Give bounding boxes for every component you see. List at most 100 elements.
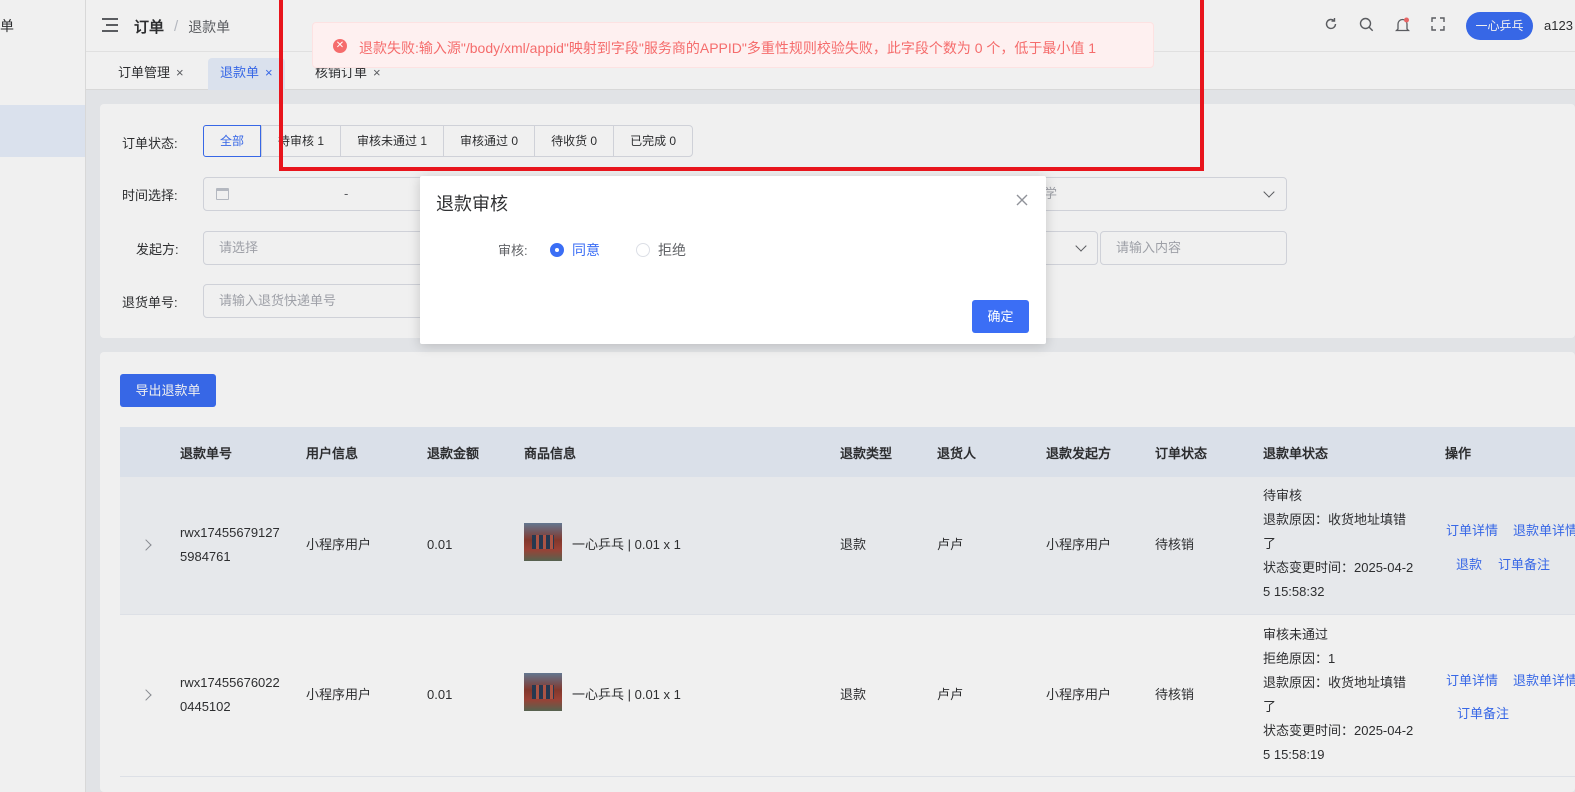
refund-status-line: 5 15:58:32 <box>1263 584 1325 599</box>
sidebar: 单 <box>0 0 86 792</box>
column-header: 操作 <box>1445 446 1472 461</box>
refund-status: 审核未通过 拒绝原因：1 退款原因：收货地址填错 了 状态变更时间：2025-0… <box>1263 623 1413 767</box>
chevron-down-icon <box>1075 240 1087 252</box>
column-header: 退款发起方 <box>1046 446 1112 461</box>
refund-type: 退款 <box>840 687 867 702</box>
refund-detail-link[interactable]: 退款单详情 <box>1513 670 1575 689</box>
order-detail-link[interactable]: 订单详情 <box>1446 520 1498 539</box>
refund-number-line: 5984761 <box>180 549 231 564</box>
review-field-label: 审核: <box>498 243 528 258</box>
keyword-input[interactable]: 请输入内容 <box>1100 231 1287 265</box>
radio-reject[interactable]: 拒绝 <box>636 240 686 260</box>
chevron-down-icon <box>1263 186 1275 198</box>
status-option-awaiting-receipt[interactable]: 待收货 0 <box>534 126 613 156</box>
column-header: 订单状态 <box>1155 446 1208 461</box>
tab-label: 退款单 <box>220 65 260 80</box>
refund-number-line: rwx17455679127 <box>180 525 280 540</box>
table-row: rwx17455676022 0445102 小程序用户 0.01 一心乒乓 |… <box>120 615 1575 777</box>
refund-review-dialog: 退款审核 审核: 同意 拒绝 确定 <box>420 176 1046 344</box>
refund-status-line: 5 15:58:19 <box>1263 747 1325 762</box>
chevron-right-icon[interactable] <box>140 539 152 551</box>
return-no-filter-label: 退货单号: <box>122 295 178 310</box>
returner: 卢卢 <box>937 537 964 552</box>
refund-number-line: 0445102 <box>180 699 231 714</box>
tab-order-management[interactable]: 订单管理 × <box>106 58 196 90</box>
status-option-rejected[interactable]: 审核未通过 1 <box>340 126 443 156</box>
refund-initiator: 小程序用户 <box>1046 687 1112 702</box>
refund-status-line: 了 <box>1263 699 1277 714</box>
confirm-button[interactable]: 确定 <box>972 300 1029 333</box>
dialog-title: 退款审核 <box>436 194 508 214</box>
search-icon[interactable] <box>1357 17 1375 35</box>
radio-label: 同意 <box>572 242 600 258</box>
user-avatar-chip[interactable]: 一心乒乓 <box>1466 12 1533 40</box>
error-message-toast: ✕ 退款失败:输入源"/body/xml/appid"映射到字段"服务商的APP… <box>312 22 1154 68</box>
tab-refund-orders[interactable]: 退款单 × <box>208 58 285 90</box>
refund-list-panel: 导出退款单 退款单号 用户信息 退款金额 商品信息 退款类型 退货人 退款发起方… <box>100 352 1575 792</box>
user-name[interactable]: a123 <box>1544 18 1573 33</box>
return-tracking-placeholder: 请输入退货快递单号 <box>219 293 337 308</box>
status-option-approved[interactable]: 审核通过 0 <box>443 126 534 156</box>
refund-status-line: 审核未通过 <box>1263 627 1329 642</box>
refund-status-line: 了 <box>1263 536 1277 551</box>
refresh-icon[interactable] <box>1322 17 1340 35</box>
refund-status-line: 待审核 <box>1263 488 1303 503</box>
sidebar-menu-label[interactable]: 单 <box>0 16 14 36</box>
user-info: 小程序用户 <box>306 537 372 552</box>
menu-toggle-icon[interactable] <box>102 18 118 32</box>
initiator-placeholder: 请选择 <box>219 240 259 255</box>
refund-status-line: 拒绝原因：1 <box>1263 651 1336 666</box>
refund-initiator: 小程序用户 <box>1046 537 1112 552</box>
column-header: 用户信息 <box>306 446 359 461</box>
close-icon[interactable] <box>1014 192 1030 208</box>
refund-amount: 0.01 <box>427 537 453 552</box>
radio-approve[interactable]: 同意 <box>550 240 600 260</box>
refund-status: 待审核 退款原因：收货地址填错 了 状态变更时间：2025-04-2 5 15:… <box>1263 484 1413 604</box>
order-status: 待核销 <box>1155 537 1195 552</box>
product-thumbnail <box>524 523 562 561</box>
status-segmented-control: 全部 待审核 1 审核未通过 1 审核通过 0 待收货 0 已完成 0 <box>203 125 694 157</box>
returner: 卢卢 <box>937 687 964 702</box>
product-info: 一心乒乓 | 0.01 x 1 <box>572 687 681 702</box>
error-icon: ✕ <box>333 39 347 53</box>
bell-icon[interactable] <box>1393 17 1411 35</box>
column-header: 退款类型 <box>840 446 893 461</box>
refund-status-line: 退款原因：收货地址填错 <box>1263 512 1407 527</box>
tab-label: 订单管理 <box>118 65 171 80</box>
breadcrumb-orders[interactable]: 订单 <box>134 16 164 37</box>
refund-status-line: 状态变更时间：2025-04-2 <box>1263 723 1414 738</box>
fullscreen-icon[interactable] <box>1429 17 1447 35</box>
error-message-text: 退款失败:输入源"/body/xml/appid"映射到字段"服务商的APPID… <box>359 40 1097 56</box>
chevron-right-icon[interactable] <box>140 689 152 701</box>
status-option-completed[interactable]: 已完成 0 <box>613 126 692 156</box>
refund-detail-link[interactable]: 退款单详情 <box>1513 520 1575 539</box>
time-filter-label: 时间选择: <box>122 188 178 203</box>
status-option-all[interactable]: 全部 <box>203 125 262 157</box>
column-header: 退货人 <box>937 446 977 461</box>
refund-status-line: 退款原因：收货地址填错 <box>1263 675 1407 690</box>
refund-number: rwx17455679127 5984761 <box>180 521 280 569</box>
status-option-pending[interactable]: 待审核 1 <box>261 126 340 156</box>
column-header: 退款金额 <box>427 446 480 461</box>
order-note-link[interactable]: 订单备注 <box>1498 554 1550 573</box>
order-note-link[interactable]: 订单备注 <box>1457 703 1509 722</box>
calendar-icon <box>216 188 229 200</box>
refund-status-line: 状态变更时间：2025-04-2 <box>1263 560 1414 575</box>
order-detail-link[interactable]: 订单详情 <box>1446 670 1498 689</box>
order-status: 待核销 <box>1155 687 1195 702</box>
radio-checked-icon <box>550 243 564 257</box>
initiator-filter-label: 发起方: <box>136 242 179 257</box>
breadcrumb-refund: 退款单 <box>188 18 231 35</box>
refund-action-link[interactable]: 退款 <box>1456 554 1482 573</box>
close-icon[interactable]: × <box>265 65 273 80</box>
product-thumbnail <box>524 673 562 711</box>
refund-amount: 0.01 <box>427 687 453 702</box>
close-icon[interactable]: × <box>176 65 184 80</box>
breadcrumb-separator: / <box>174 18 179 35</box>
radio-label: 拒绝 <box>658 242 686 258</box>
refund-number: rwx17455676022 0445102 <box>180 671 280 719</box>
export-refunds-button[interactable]: 导出退款单 <box>120 374 216 407</box>
status-filter-label: 订单状态: <box>122 136 178 151</box>
sidebar-item-active[interactable] <box>0 105 85 157</box>
date-range-separator: - <box>344 186 349 201</box>
